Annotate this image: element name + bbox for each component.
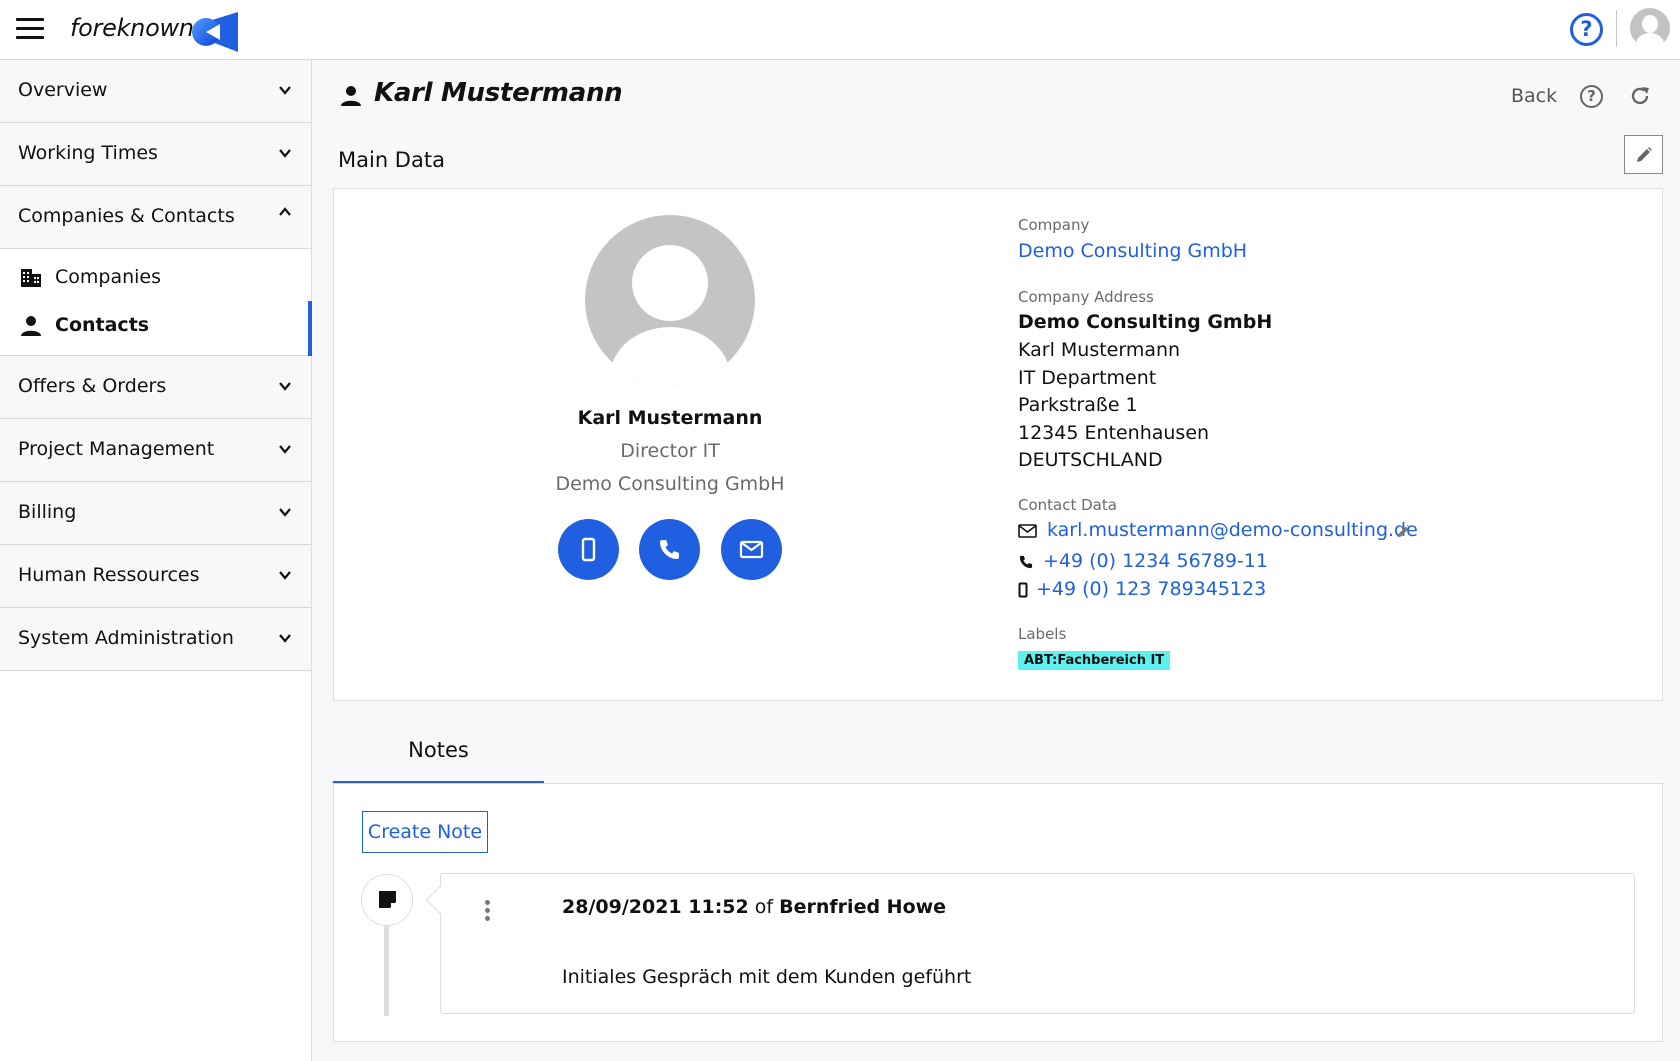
address-line: 12345 Entenhausen [1018, 422, 1210, 444]
phone-row: +49 (0) 1234 56789-11 [1018, 550, 1318, 576]
address-line: DEUTSCHLAND [1018, 449, 1163, 471]
label-badge[interactable]: ABT:Fachbereich IT [1018, 651, 1171, 670]
company-link[interactable]: Demo Consulting GmbH [1018, 240, 1247, 262]
sidebar-item-label: Contacts [55, 314, 150, 336]
email-link[interactable]: karl.mustermann@demo-consulting.de [1047, 519, 1418, 541]
hamburger-menu-icon[interactable] [16, 18, 44, 40]
sidebar: Overview Working Times Companies & Conta… [0, 60, 312, 1061]
person-icon [341, 86, 361, 106]
email-icon [739, 540, 764, 559]
chevron-down-icon [279, 382, 291, 391]
header-divider [1616, 10, 1617, 47]
brand-logo-icon [192, 12, 238, 52]
chevron-down-icon [279, 445, 291, 454]
address-line: Karl Mustermann [1018, 339, 1181, 361]
top-bar: foreknown ? [0, 0, 1680, 60]
company-address-label: Company Address [1018, 288, 1154, 306]
chevron-down-icon [279, 508, 291, 517]
call-phone-button[interactable] [639, 519, 700, 580]
pencil-icon [1637, 147, 1652, 162]
back-button[interactable]: Back [1511, 85, 1557, 107]
notes-panel: Create Note 28/09/2021 11:52 of Bernfrie… [333, 784, 1663, 1042]
note-pointer [425, 885, 455, 915]
sidebar-group-companies-contacts[interactable]: Companies & Contacts [0, 186, 311, 249]
sidebar-group-label: Human Ressources [18, 564, 200, 586]
contact-name: Karl Mustermann [577, 407, 763, 429]
sidebar-group-label: Companies & Contacts [18, 205, 235, 227]
sidebar-group-system-administration[interactable]: System Administration [0, 608, 311, 671]
contact-role: Director IT [620, 440, 720, 462]
sidebar-item-contacts[interactable]: Contacts [0, 301, 312, 356]
page-title: Karl Mustermann [374, 78, 623, 108]
note-date: 28/09/2021 11:52 [562, 896, 749, 918]
contact-avatar [585, 215, 755, 385]
section-title-main-data: Main Data [338, 148, 445, 172]
sidebar-group-label: Offers & Orders [18, 375, 167, 397]
sidebar-submenu: Companies Contacts [0, 249, 312, 356]
mobile-icon [581, 537, 596, 562]
sidebar-group-label: Working Times [18, 142, 158, 164]
refresh-icon[interactable] [1628, 84, 1652, 108]
sidebar-group-project-management[interactable]: Project Management [0, 419, 311, 482]
building-icon [21, 269, 41, 287]
sidebar-group-billing[interactable]: Billing [0, 482, 311, 545]
address-line: Parkstraße 1 [1018, 394, 1138, 416]
sidebar-group-human-ressources[interactable]: Human Ressources [0, 545, 311, 608]
more-options-icon[interactable] [483, 900, 493, 924]
call-mobile-button[interactable] [558, 519, 619, 580]
note-header: 28/09/2021 11:52 of Bernfried Howe [562, 896, 946, 918]
sidebar-item-companies[interactable]: Companies [0, 253, 312, 303]
user-avatar-icon[interactable] [1630, 8, 1670, 48]
email-row: karl.mustermann@demo-consulting.de [1018, 519, 1438, 545]
chevron-down-icon [279, 149, 291, 158]
mobile-icon [1018, 582, 1028, 598]
address-line: Demo Consulting GmbH [1018, 311, 1273, 333]
create-note-button[interactable]: Create Note [362, 811, 488, 853]
main-data-card: Karl Mustermann Director IT Demo Consult… [333, 188, 1663, 701]
sidebar-group-label: Project Management [18, 438, 215, 460]
send-email-button[interactable] [721, 519, 782, 580]
mobile-link[interactable]: +49 (0) 123 789345123 [1036, 578, 1266, 600]
pencil-icon[interactable] [1396, 524, 1411, 539]
person-icon [21, 316, 41, 336]
sidebar-group-label: Billing [18, 501, 77, 523]
note-author: Bernfried Howe [779, 896, 947, 918]
help-icon[interactable]: ? [1570, 13, 1603, 46]
timeline-marker [361, 874, 413, 926]
chevron-down-icon [279, 634, 291, 643]
sticky-note-icon [379, 891, 396, 908]
sidebar-group-label: Overview [18, 79, 108, 101]
sidebar-group-label: System Administration [18, 627, 234, 649]
sidebar-group-offers-orders[interactable]: Offers & Orders [0, 356, 311, 419]
note-text: Initiales Gespräch mit dem Kunden geführ… [562, 966, 972, 988]
phone-icon [1019, 555, 1033, 569]
company-label: Company [1018, 216, 1090, 234]
tab-label: Notes [408, 738, 469, 762]
chevron-down-icon [279, 571, 291, 580]
address-line: IT Department [1018, 367, 1157, 389]
brand-logo-text[interactable]: foreknown [70, 14, 194, 42]
sidebar-group-working-times[interactable]: Working Times [0, 123, 311, 186]
sidebar-item-label: Companies [55, 266, 162, 288]
tab-notes[interactable]: Notes [333, 732, 544, 784]
chevron-up-icon [279, 207, 291, 216]
note-of: of [754, 896, 774, 918]
contact-data-label: Contact Data [1018, 496, 1117, 514]
chevron-down-icon [279, 86, 291, 95]
phone-link[interactable]: +49 (0) 1234 56789-11 [1043, 550, 1268, 572]
phone-icon [660, 540, 679, 559]
help-icon[interactable]: ? [1580, 85, 1603, 108]
labels-label: Labels [1018, 625, 1067, 643]
mobile-row: +49 (0) 123 789345123 [1018, 578, 1318, 604]
sidebar-group-overview[interactable]: Overview [0, 60, 311, 123]
note-item: 28/09/2021 11:52 of Bernfried Howe Initi… [425, 873, 1635, 1014]
email-icon [1018, 524, 1037, 538]
edit-button[interactable] [1624, 135, 1663, 174]
contact-company: Demo Consulting GmbH [555, 473, 785, 495]
